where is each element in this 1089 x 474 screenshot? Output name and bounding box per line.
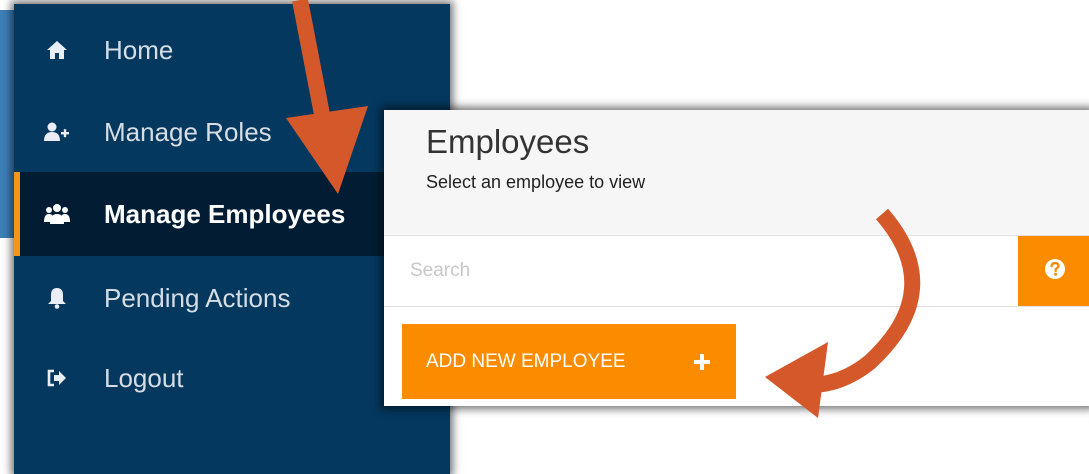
user-plus-icon [44,119,70,145]
panel-header: Employees Select an employee to view [384,110,1089,236]
active-indicator [14,172,20,256]
employees-panel: Employees Select an employee to view ADD… [384,110,1089,406]
sidebar-item-label: Manage Employees [104,198,346,229]
sign-out-icon [44,365,70,391]
add-button-label: ADD NEW EMPLOYEE [426,350,626,372]
sidebar-item-label: Home [104,34,174,65]
sidebar-item-label: Pending Actions [104,282,291,313]
page-title: Employees [426,123,590,160]
add-new-employee-button[interactable]: ADD NEW EMPLOYEE [402,324,736,399]
search-input[interactable] [384,236,1018,306]
sidebar-item-label: Logout [104,362,184,393]
sidebar-item-home[interactable]: Home [14,8,450,92]
home-icon [44,37,70,63]
bell-icon [44,285,70,311]
page-subtitle: Select an employee to view [426,172,646,192]
search-bar [384,236,1089,307]
sidebar-item-label: Manage Roles [104,116,272,147]
plus-icon [694,324,710,399]
users-icon [44,201,70,227]
help-button[interactable] [1018,236,1089,306]
question-circle-icon [1044,258,1066,285]
